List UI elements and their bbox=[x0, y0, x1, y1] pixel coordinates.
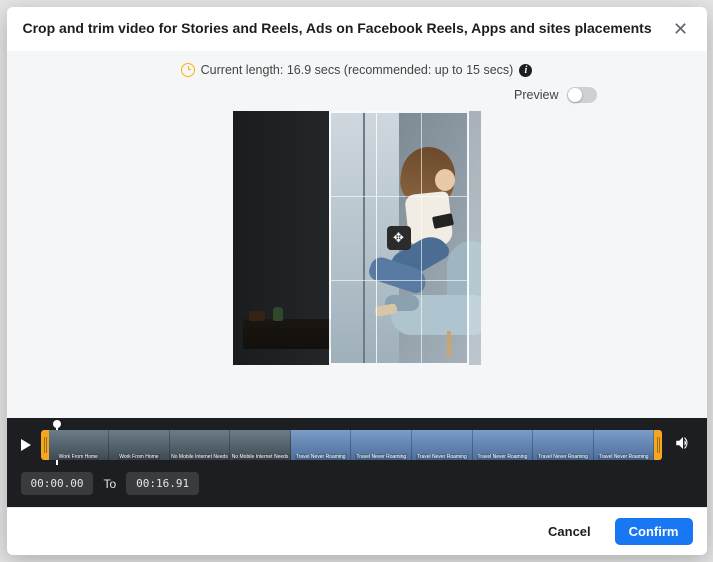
volume-button[interactable] bbox=[673, 434, 693, 457]
start-time-input[interactable]: 00:00.00 bbox=[21, 472, 94, 495]
close-button[interactable]: ✕ bbox=[671, 19, 691, 39]
length-status-row: Current length: 16.9 secs (recommended: … bbox=[181, 63, 533, 77]
cancel-button[interactable]: Cancel bbox=[534, 518, 605, 545]
video-crop-stage[interactable]: ✥ bbox=[233, 111, 481, 365]
filmstrip[interactable]: Work From Home Work From Home No Mobile … bbox=[41, 430, 663, 460]
filmstrip-frame[interactable]: Work From Home bbox=[109, 430, 170, 460]
modal-header: Crop and trim video for Stories and Reel… bbox=[7, 7, 707, 51]
modal-title: Crop and trim video for Stories and Reel… bbox=[23, 19, 664, 37]
filmstrip-frame[interactable]: No Mobile Internet Needs bbox=[230, 430, 291, 460]
crop-trim-modal: Crop and trim video for Stories and Reel… bbox=[7, 7, 707, 555]
filmstrip-frame[interactable]: Travel Never Roaming bbox=[412, 430, 473, 460]
preview-toggle[interactable] bbox=[567, 87, 597, 103]
volume-icon bbox=[674, 434, 692, 452]
timeline-row: Work From Home Work From Home No Mobile … bbox=[21, 428, 693, 462]
close-icon: ✕ bbox=[673, 19, 688, 40]
timeline-panel: Work From Home Work From Home No Mobile … bbox=[7, 418, 707, 507]
length-status-text: Current length: 16.9 secs (recommended: … bbox=[201, 63, 514, 77]
confirm-button[interactable]: Confirm bbox=[615, 518, 693, 545]
filmstrip-frame[interactable]: No Mobile Internet Needs bbox=[170, 430, 231, 460]
filmstrip-frame[interactable]: Travel Never Roaming bbox=[351, 430, 412, 460]
editor-area: Current length: 16.9 secs (recommended: … bbox=[7, 51, 707, 418]
clock-icon bbox=[181, 63, 195, 77]
filmstrip-frame[interactable]: Travel Never Roaming bbox=[533, 430, 594, 460]
to-label: To bbox=[103, 477, 116, 491]
filmstrip-frame[interactable]: Travel Never Roaming bbox=[291, 430, 352, 460]
crop-mask-left bbox=[233, 111, 329, 365]
end-time-input[interactable]: 00:16.91 bbox=[126, 472, 199, 495]
filmstrip-frame[interactable]: Travel Never Roaming bbox=[594, 430, 655, 460]
trim-handle-left[interactable] bbox=[41, 430, 49, 460]
crop-mask-right bbox=[469, 111, 481, 365]
info-icon[interactable]: i bbox=[519, 64, 532, 77]
filmstrip-frame[interactable]: Work From Home bbox=[49, 430, 110, 460]
preview-label: Preview bbox=[514, 88, 558, 102]
preview-toggle-row: Preview bbox=[117, 87, 597, 103]
play-button[interactable] bbox=[21, 439, 31, 451]
modal-footer: Cancel Confirm bbox=[7, 507, 707, 555]
filmstrip-frame[interactable]: Travel Never Roaming bbox=[473, 430, 534, 460]
time-range-row: 00:00.00 To 00:16.91 bbox=[21, 472, 693, 495]
crop-selection[interactable]: ✥ bbox=[329, 111, 469, 365]
move-icon: ✥ bbox=[393, 230, 404, 246]
trim-handle-right[interactable] bbox=[654, 430, 662, 460]
crop-move-handle[interactable]: ✥ bbox=[387, 226, 411, 250]
